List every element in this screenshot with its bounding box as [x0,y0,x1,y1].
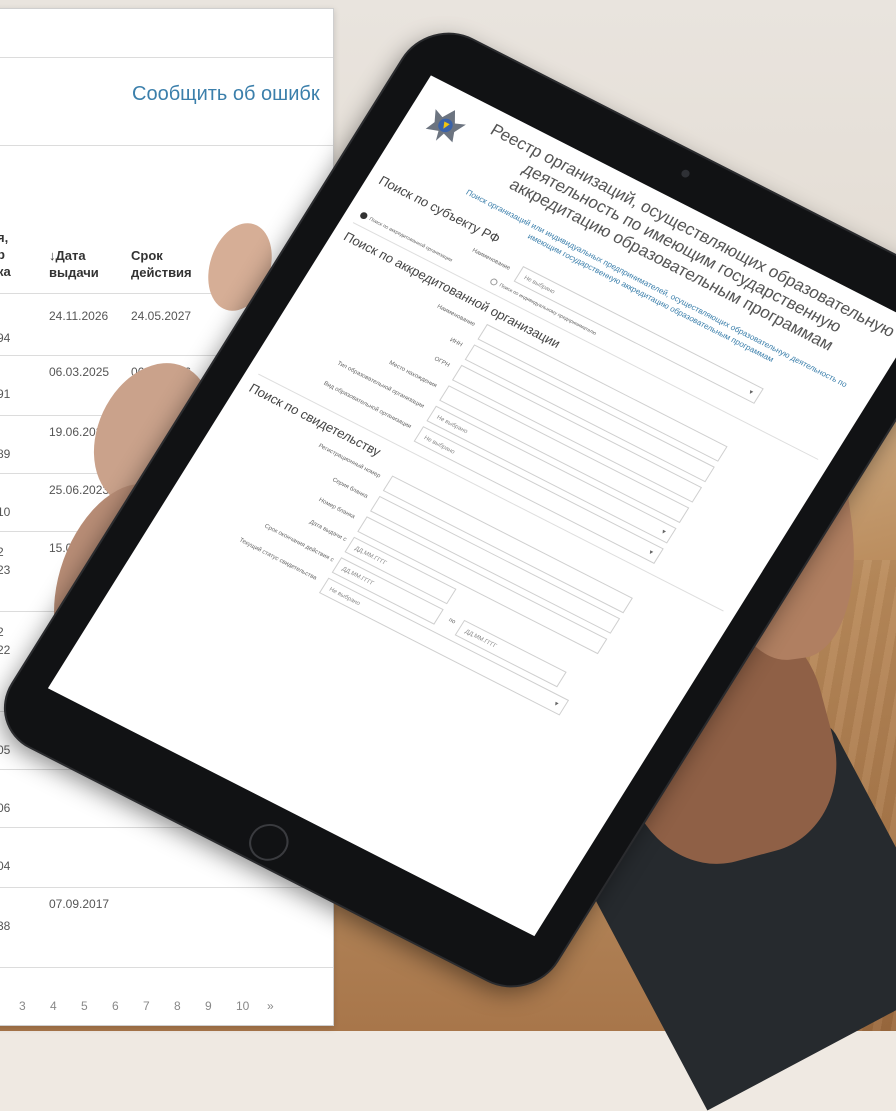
chevron-down-icon: ▼ [551,700,561,709]
tablet-scene: Реестр организаций, осуществляющих образ… [0,0,896,1031]
tablet-screen: Реестр организаций, осуществляющих образ… [47,75,896,937]
chevron-down-icon: ▼ [658,528,668,537]
camera-icon [679,168,692,179]
radio-checked-icon [358,211,369,221]
to-label: по [447,617,457,626]
radio-unchecked-icon [488,277,499,287]
tablet-device: Реестр организаций, осуществляющих образ… [0,18,896,1002]
eagle-emblem-icon [425,109,466,143]
from-label: с [328,556,335,564]
chevron-down-icon: ▼ [646,549,655,557]
from-label: с [341,536,348,543]
home-button[interactable] [241,817,296,868]
chevron-down-icon: ▼ [746,389,755,397]
registry-title: Реестр организаций, осуществляющих образ… [487,120,896,355]
